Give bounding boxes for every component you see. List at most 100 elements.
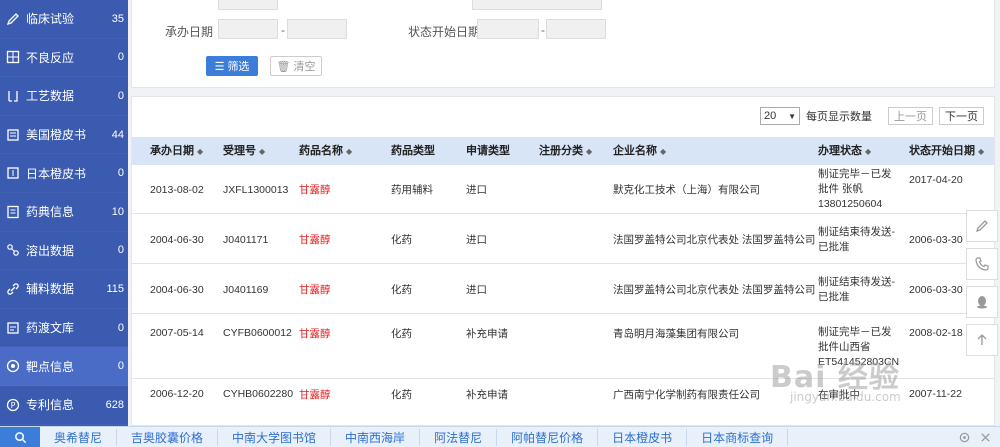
partial-input-top-left[interactable] [218,0,278,10]
clear-button-label: 清空 [293,61,316,73]
sidebar-item-label: 日本橙皮书 [26,166,87,181]
related-search-bar: 奥希替尼 吉奥胶囊价格 中南大学图书馆 中南西海岸 阿法替尼 阿帕替尼价格 日本… [0,426,1000,447]
partial-input-top-right[interactable] [472,0,602,10]
library-icon [6,321,20,335]
col-header-app-type: 申请类型 [466,145,510,157]
sidebar-item-label: 辅料数据 [26,282,75,297]
sidebar-item-clinical-trials[interactable]: 临床试验 35 [0,0,128,39]
related-link[interactable]: 日本商标查询 [687,428,789,446]
next-page-button[interactable]: 下一页 [939,107,984,125]
sort-icon: ◆ [197,147,204,156]
phone-button[interactable] [966,248,998,280]
qq-button[interactable] [966,286,998,318]
cell-status: 制证完毕－已发批件 张帆 13801250604 [818,168,892,210]
grid-icon [6,50,20,64]
sort-icon: ◆ [865,147,872,156]
status-start-from-input[interactable] [477,19,539,39]
status-start-to-input[interactable] [546,19,606,39]
prev-page-button[interactable]: 上一页 [888,107,933,125]
cell-status: 制证结束待发送-已批准 [818,275,895,303]
pager: 20 ▼ 每页显示数量 上一页 下一页 [760,107,984,125]
per-page-label: 每页显示数量 [806,111,872,123]
close-icon[interactable] [979,431,992,444]
sidebar-item-label: 工艺数据 [26,89,75,104]
cell-accept-no: CYFB0600012 [223,327,292,339]
feedback-button[interactable] [966,210,998,242]
filter-button[interactable]: ☰ 筛选 [206,56,258,76]
related-link[interactable]: 日本橙皮书 [598,428,688,446]
col-header-reg-class[interactable]: 注册分类 ◆ [539,137,592,165]
cell-drug-name[interactable]: 甘露醇 [299,215,331,264]
sidebar-item-us-orange-book[interactable]: 美国橙皮书 44 [0,116,128,155]
sidebar-item-label: 靶点信息 [26,359,75,374]
sidebar-item-excipients[interactable]: 辅料数据 115 [0,270,128,309]
cell-drug-type: 化药 [391,327,412,340]
col-header-drug-type: 药品类型 [391,145,435,157]
related-link[interactable]: 奥希替尼 [40,428,118,446]
book-icon [6,128,20,142]
p-circle-icon: P [6,398,20,412]
col-header-company[interactable]: 企业名称 ◆ [613,137,666,165]
sidebar-item-process-data[interactable]: 工艺数据 0 [0,77,128,116]
cell-drug-name[interactable]: 甘露醇 [299,265,331,314]
table-row[interactable]: 2004-06-30 J0401171 甘露醇 化药 进口 法国罗盖特公司北京代… [132,215,994,264]
filter-icon: ☰ [214,60,225,73]
watermark-url: jingyan.baidu.com [790,390,901,404]
related-link[interactable]: 阿法替尼 [420,428,498,446]
cell-drug-name[interactable]: 甘露醇 [299,315,331,351]
col-header-drug-name[interactable]: 药品名称 ◆ [299,137,352,165]
cell-company: 青岛明月海藻集团有限公司 [613,327,739,340]
related-link[interactable]: 中南大学图书馆 [218,428,332,446]
related-link[interactable]: 中南西海岸 [331,428,421,446]
qq-icon [977,296,987,309]
sidebar-item-count: 0 [117,167,124,180]
sidebar-item-dissolution[interactable]: 溶出数据 0 [0,232,128,271]
cell-status-start: 2006-03-30 [909,283,963,296]
undertake-date-to-input[interactable] [287,19,347,39]
search-button[interactable] [0,426,40,447]
col-header-date[interactable]: 承办日期 ◆ [150,137,203,165]
cell-drug-type: 药用辅料 [391,184,433,196]
sidebar-item-count: 0 [117,89,124,102]
sidebar-item-targets[interactable]: 靶点信息 0 [0,347,128,386]
cell-date: 2004-06-30 [150,283,204,296]
trash-icon: 🗑 [276,60,291,73]
cell-date: 2013-08-02 [150,183,204,196]
sidebar-item-jp-orange-book[interactable]: 日本橙皮书 0 [0,154,128,193]
sidebar-item-library[interactable]: 药渡文库 0 [0,309,128,348]
cell-date: 2006-12-20 [150,388,204,400]
arrow-up-icon [977,334,987,345]
col-header-status-start[interactable]: 状态开始日期 ◆ [909,137,984,165]
pen-icon [6,12,20,26]
cell-drug-name[interactable]: 甘露醇 [299,379,331,409]
page-size-select[interactable]: 20 ▼ [760,107,800,125]
col-header-accept-no[interactable]: 受理号 ◆ [223,137,265,165]
sidebar-item-adverse-reactions[interactable]: 不良反应 0 [0,39,128,78]
dropdown-arrow-icon: ▼ [788,111,796,121]
cell-status-start: 2006-03-30 [909,233,963,246]
cell-drug-type: 化药 [391,388,412,401]
cell-drug-name[interactable]: 甘露醇 [299,165,331,214]
sidebar-item-patents[interactable]: P 专利信息 628 [0,386,128,425]
sidebar-item-count: 44 [111,128,124,141]
related-link[interactable]: 吉奥胶囊价格 [117,428,219,446]
cell-app-type: 补充申请 [466,388,508,401]
cell-company: 法国罗盖特公司北京代表处 法国罗盖特公司 [613,284,816,296]
cell-accept-no: J0401169 [223,283,269,296]
sidebar: 临床试验 35 不良反应 0 工艺数据 0 美国橙皮书 44 日本橙皮书 0 药… [0,0,128,426]
related-link[interactable]: 阿帕替尼价格 [497,428,599,446]
back-to-top-button[interactable] [966,324,998,356]
table-row[interactable]: 2004-06-30 J0401169 甘露醇 化药 进口 法国罗盖特公司北京代… [132,265,994,314]
col-header-status[interactable]: 办理状态 ◆ [818,137,871,165]
clear-button[interactable]: 🗑 清空 [270,56,322,76]
table-header: 承办日期 ◆ 受理号 ◆ 药品名称 ◆ 药品类型 申请类型 注册分类 ◆ 企业名称 ◆ 办… [132,137,994,165]
cell-drug-type: 化药 [391,284,412,296]
table-row[interactable]: 2013-08-02 JXFL1300013 甘露醇 药用辅料 进口 默克化工技… [132,165,994,214]
sidebar-item-count: 10 [111,205,124,218]
cell-app-type: 进口 [466,184,487,196]
settings-icon[interactable] [958,431,971,444]
undertake-date-from-input[interactable] [218,19,278,39]
sidebar-item-pharmacopoeia[interactable]: 药典信息 10 [0,193,128,232]
target-icon [6,359,20,373]
sidebar-item-label: 不良反应 [26,50,75,65]
